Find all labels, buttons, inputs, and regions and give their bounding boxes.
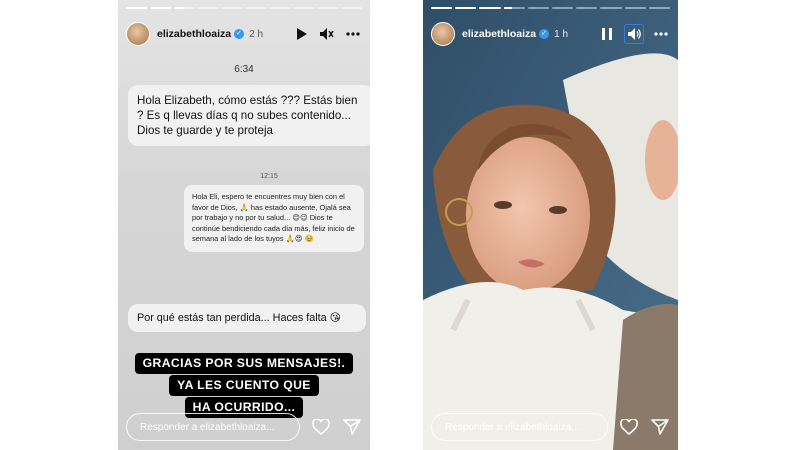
- story-panel-2[interactable]: elizabethloaiza ✓ 1 h Responder a elizab…: [423, 0, 678, 450]
- progress-segment: [624, 7, 646, 9]
- caption-line: YA LES CUENTO QUE: [169, 375, 319, 396]
- progress-segment: [317, 7, 339, 9]
- message-timestamp: 6:34: [234, 64, 254, 75]
- post-time: 1 h: [554, 28, 569, 40]
- username[interactable]: elizabethloaiza: [157, 28, 231, 40]
- progress-segment: [293, 7, 315, 9]
- progress-segment: [221, 7, 243, 9]
- progress-segment: [576, 7, 598, 9]
- progress-segment: [648, 7, 671, 9]
- message-timestamp-small: 12:15: [260, 173, 278, 180]
- message-bubble: Por qué estás tan perdida... Haces falta…: [128, 304, 366, 332]
- progress-segment: [245, 7, 267, 9]
- volume-icon[interactable]: [624, 24, 644, 44]
- verified-badge-icon: ✓: [234, 29, 245, 39]
- progress-segment: [503, 7, 525, 9]
- avatar[interactable]: [126, 22, 150, 46]
- caption-line: GRACIAS POR SUS MENSAJES!.: [134, 353, 354, 374]
- username[interactable]: elizabethloaiza: [462, 28, 536, 40]
- progress-segment: [455, 7, 477, 9]
- progress-segment: [269, 7, 291, 9]
- avatar[interactable]: [431, 22, 455, 46]
- story-panel-1[interactable]: elizabethloaiza ✓ 2 h 6:34 Hola Elizabet…: [118, 0, 370, 450]
- pause-icon[interactable]: [598, 25, 616, 43]
- reply-input[interactable]: Responder a elizabethloaiza...: [126, 413, 300, 441]
- progress-segment: [126, 7, 147, 9]
- progress-segment: [600, 7, 622, 9]
- story-footer: Responder a elizabethloaiza...: [431, 412, 670, 442]
- story-caption: GRACIAS POR SUS MENSAJES!. YA LES CUENTO…: [118, 353, 370, 418]
- heart-icon[interactable]: [619, 417, 639, 437]
- more-icon[interactable]: [344, 25, 362, 43]
- verified-badge-icon: ✓: [539, 29, 550, 39]
- progress-segment: [527, 7, 550, 9]
- send-icon[interactable]: [342, 417, 362, 437]
- reply-input[interactable]: Responder a elizabethloaiza...: [431, 413, 608, 441]
- message-bubble: Hola Elizabeth, cómo estás ??? Estás bie…: [128, 85, 370, 146]
- send-icon[interactable]: [650, 417, 670, 437]
- message-bubble-small: Hola Eli, espero te encuentres muy bien …: [184, 185, 364, 252]
- mute-icon[interactable]: [318, 25, 336, 43]
- story-photo: [423, 0, 678, 450]
- progress-segment: [149, 7, 171, 9]
- heart-icon[interactable]: [311, 417, 331, 437]
- story-footer: Responder a elizabethloaiza...: [126, 412, 362, 442]
- progress-segment: [431, 7, 453, 9]
- progress-segment: [552, 7, 574, 9]
- play-icon[interactable]: [292, 25, 310, 43]
- progress-segment: [173, 7, 195, 9]
- progress-segment: [341, 7, 363, 9]
- story-progress-bar: [431, 7, 671, 9]
- progress-segment: [479, 7, 501, 9]
- story-progress-bar: [126, 7, 363, 9]
- story-header: elizabethloaiza ✓ 1 h: [431, 22, 670, 46]
- more-icon[interactable]: [652, 25, 670, 43]
- story-header: elizabethloaiza ✓ 2 h: [126, 22, 362, 46]
- progress-segment: [197, 7, 219, 9]
- post-time: 2 h: [249, 28, 264, 40]
